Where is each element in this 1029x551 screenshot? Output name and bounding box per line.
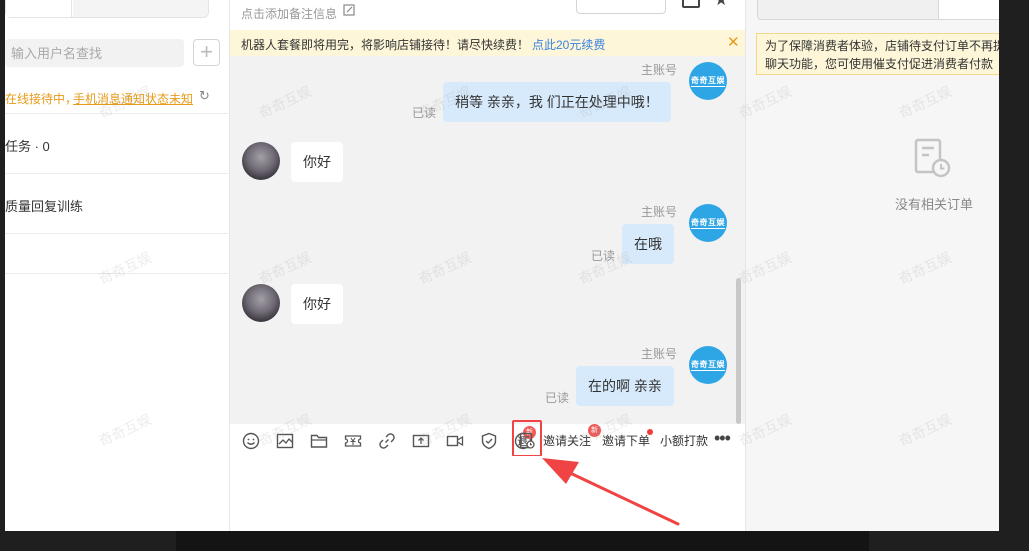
small-payment-button[interactable]: 小额打款 bbox=[660, 432, 708, 449]
customer-service-window: + 在线接待中， 手机消息通知状态未知 ↻ 任务 · 0 质量回复训练 点击添加… bbox=[5, 0, 999, 531]
status-text: 在线接待中， bbox=[5, 92, 78, 106]
sidebar-item-training[interactable]: 质量回复训练 bbox=[5, 174, 230, 234]
customer-avatar[interactable] bbox=[242, 284, 280, 322]
screen-frame: + 在线接待中， 手机消息通知状态未知 ↻ 任务 · 0 质量回复训练 点击添加… bbox=[0, 0, 1029, 551]
remark-field[interactable]: 点击添加备注信息 bbox=[241, 5, 337, 22]
link-icon[interactable] bbox=[378, 432, 396, 450]
close-icon[interactable]: ✕ bbox=[727, 33, 740, 51]
notice-text: 机器人套餐即将用完，将影响店铺接待！请尽快续费！ bbox=[241, 38, 530, 52]
read-status: 已读 bbox=[412, 106, 437, 120]
sidebar-tab-switch[interactable] bbox=[5, 0, 209, 18]
folder-icon[interactable] bbox=[310, 432, 328, 450]
upload-icon[interactable] bbox=[412, 432, 430, 450]
sender-name: 主账号 bbox=[641, 347, 678, 361]
empty-order-text: 没有相关订单 bbox=[895, 197, 974, 212]
message-bubble[interactable]: 稍等 亲亲，我 们正在处理中哦！ bbox=[443, 82, 671, 122]
chat-header: 点击添加备注信息 ★ bbox=[230, 0, 745, 30]
agent-avatar: 奇奇互娱 bbox=[689, 204, 727, 242]
agent-avatar: 奇奇互娱 bbox=[689, 62, 727, 100]
sidebar-item-tasks[interactable]: 任务 · 0 bbox=[5, 114, 230, 174]
read-status: 已读 bbox=[545, 391, 570, 405]
read-status: 已读 bbox=[591, 249, 616, 263]
star-icon[interactable]: ★ bbox=[714, 0, 728, 9]
new-badge: 新 bbox=[588, 424, 601, 437]
chat-toolbar: 退 新 邀请关注 新 邀请下单 小额打款 ••• bbox=[230, 424, 745, 456]
conversation-sidebar: + 在线接待中， 手机消息通知状态未知 ↻ 任务 · 0 质量回复训练 bbox=[5, 0, 230, 531]
order-tabs[interactable] bbox=[757, 0, 999, 20]
header-action-button[interactable] bbox=[576, 0, 666, 14]
sender-name: 主账号 bbox=[641, 205, 678, 219]
renew-link[interactable]: 点此20元续费 bbox=[532, 36, 605, 53]
message-bubble[interactable]: 你好 bbox=[291, 284, 343, 324]
message-list: 主账号 奇奇互娱 稍等 亲亲，我 们正在处理中哦！ 已读 你好 主账号 奇奇互娱… bbox=[230, 56, 745, 424]
coupon-icon[interactable] bbox=[344, 432, 362, 450]
sender-name: 主账号 bbox=[641, 63, 678, 77]
tip-line-1: 为了保障消费者体验，店铺待支付订单不再提 bbox=[765, 39, 999, 53]
add-button[interactable]: + bbox=[193, 39, 220, 66]
notification-dot bbox=[647, 429, 653, 435]
image-icon[interactable] bbox=[276, 432, 294, 450]
task-label: 任务 · 0 bbox=[5, 139, 50, 154]
invite-follow-button[interactable]: 邀请关注 bbox=[543, 432, 591, 449]
agent-avatar: 奇奇互娱 bbox=[689, 346, 727, 384]
emoji-icon[interactable] bbox=[242, 432, 260, 450]
sidebar-item-empty bbox=[5, 234, 230, 274]
taskbar-strip bbox=[176, 531, 869, 551]
payment-tip: 为了保障消费者体验，店铺待支付订单不再提 聊天功能，您可使用催支付促进消费者付款 bbox=[756, 33, 999, 75]
chat-scrollbar[interactable] bbox=[736, 278, 741, 424]
order-panel: 为了保障消费者体验，店铺待支付订单不再提 聊天功能，您可使用催支付促进消费者付款… bbox=[745, 0, 999, 531]
video-icon[interactable] bbox=[446, 432, 464, 450]
message-bubble[interactable]: 在哦 bbox=[622, 224, 674, 264]
invite-order-button[interactable]: 邀请下单 bbox=[602, 432, 650, 449]
message-bubble[interactable]: 在的啊 亲亲 bbox=[576, 366, 674, 406]
tab-orders[interactable] bbox=[938, 0, 999, 19]
training-label: 质量回复训练 bbox=[5, 199, 84, 214]
highlight-box bbox=[512, 420, 542, 457]
refresh-icon[interactable]: ↻ bbox=[199, 89, 213, 103]
shield-icon[interactable] bbox=[480, 432, 498, 450]
message-input[interactable] bbox=[230, 456, 745, 531]
search-input[interactable] bbox=[5, 39, 184, 67]
screen-icon[interactable] bbox=[682, 0, 700, 8]
tab-current[interactable] bbox=[6, 0, 72, 17]
message-bubble[interactable]: 你好 bbox=[291, 142, 343, 182]
chat-panel: 点击添加备注信息 ★ 机器人套餐即将用完，将影响店铺接待！请尽快续费！ 点此20… bbox=[230, 0, 745, 531]
tab-other[interactable] bbox=[73, 0, 208, 17]
customer-avatar[interactable] bbox=[242, 142, 280, 180]
edit-icon[interactable] bbox=[343, 4, 355, 16]
reception-status: 在线接待中， 手机消息通知状态未知 ↻ bbox=[5, 80, 230, 114]
more-icon[interactable]: ••• bbox=[714, 428, 731, 449]
empty-order-icon bbox=[914, 138, 951, 178]
tip-line-2: 聊天功能，您可使用催支付促进消费者付款 bbox=[765, 57, 994, 71]
notification-status-link[interactable]: 手机消息通知状态未知 bbox=[73, 90, 193, 107]
renewal-notice: 机器人套餐即将用完，将影响店铺接待！请尽快续费！ 点此20元续费 ✕ bbox=[230, 30, 745, 56]
